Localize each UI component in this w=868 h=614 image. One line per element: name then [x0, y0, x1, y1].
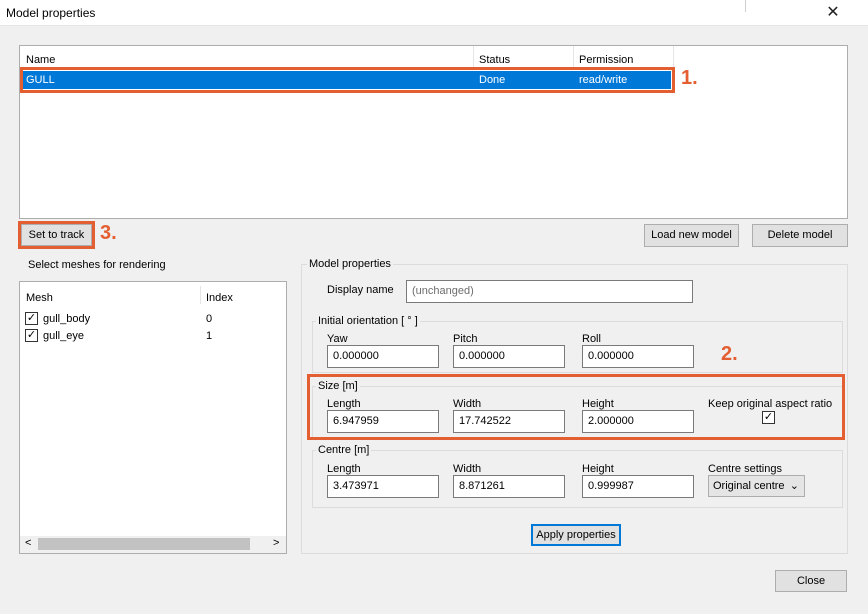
column-header-permission[interactable]: Permission: [579, 54, 633, 66]
annotation-box-3: [18, 221, 95, 249]
annotation-box-2: [307, 374, 845, 440]
pitch-input[interactable]: 0.000000: [453, 345, 565, 368]
model-properties-title: Model properties: [307, 258, 393, 270]
centre-height-input[interactable]: 0.999987: [582, 475, 694, 498]
mesh-checkbox-gull-body[interactable]: ✓: [25, 312, 38, 325]
check-icon: ✓: [26, 329, 37, 341]
column-header-index[interactable]: Index: [206, 292, 233, 304]
centre-settings-label: Centre settings: [708, 463, 782, 475]
horizontal-scrollbar[interactable]: < >: [20, 536, 286, 553]
mesh-name: gull_eye: [43, 330, 84, 342]
close-window-icon[interactable]: ✕: [822, 3, 844, 23]
orientation-title: Initial orientation [ ° ]: [316, 315, 420, 327]
centre-title: Centre [m]: [316, 444, 372, 456]
scroll-left-icon[interactable]: <: [25, 537, 31, 549]
yaw-input[interactable]: 0.000000: [327, 345, 439, 368]
column-divider: [200, 286, 201, 304]
annotation-box-1: [20, 67, 675, 93]
centre-settings-dropdown[interactable]: Original centre ⌄: [708, 475, 805, 497]
mesh-index: 1: [206, 330, 213, 342]
model-list-header: Name Status Permission: [20, 46, 847, 68]
title-separator: [745, 0, 746, 12]
yaw-label: Yaw: [327, 333, 348, 345]
title-bar: Model properties ✕: [0, 0, 868, 26]
roll-input[interactable]: 0.000000: [582, 345, 694, 368]
scrollbar-thumb[interactable]: [38, 538, 250, 550]
centre-length-label: Length: [327, 463, 361, 475]
mesh-name: gull_body: [43, 313, 91, 325]
pitch-label: Pitch: [453, 333, 478, 345]
check-icon: ✓: [26, 312, 37, 324]
mesh-group-title: Select meshes for rendering: [28, 259, 166, 271]
column-header-mesh[interactable]: Mesh: [26, 292, 53, 304]
column-divider: [673, 46, 674, 68]
column-divider: [473, 46, 474, 68]
scroll-right-icon[interactable]: >: [273, 537, 279, 549]
annotation-label-3: 3.: [100, 222, 117, 244]
centre-settings-value: Original centre: [713, 480, 785, 492]
chevron-down-icon: ⌄: [789, 480, 799, 492]
column-divider: [573, 46, 574, 68]
load-new-model-button[interactable]: Load new model: [644, 224, 739, 247]
delete-model-button[interactable]: Delete model: [752, 224, 848, 247]
mesh-list[interactable]: Mesh Index ✓ gull_body 0 ✓ gull_eye 1 < …: [19, 281, 287, 554]
centre-width-input[interactable]: 8.871261: [453, 475, 565, 498]
roll-label: Roll: [582, 333, 601, 345]
apply-properties-button[interactable]: Apply properties: [531, 524, 621, 546]
mesh-index: 0: [206, 313, 213, 325]
display-name-input[interactable]: (unchanged): [406, 280, 693, 303]
close-button[interactable]: Close: [775, 570, 847, 592]
centre-height-label: Height: [582, 463, 614, 475]
centre-width-label: Width: [453, 463, 482, 475]
centre-length-input[interactable]: 3.473971: [327, 475, 439, 498]
annotation-label-1: 1.: [681, 67, 698, 89]
annotation-label-2: 2.: [721, 343, 738, 365]
mesh-checkbox-gull-eye[interactable]: ✓: [25, 329, 38, 342]
column-header-status[interactable]: Status: [479, 54, 510, 66]
column-header-name[interactable]: Name: [26, 54, 55, 66]
display-name-label: Display name: [327, 284, 394, 296]
window-title: Model properties: [6, 6, 96, 20]
